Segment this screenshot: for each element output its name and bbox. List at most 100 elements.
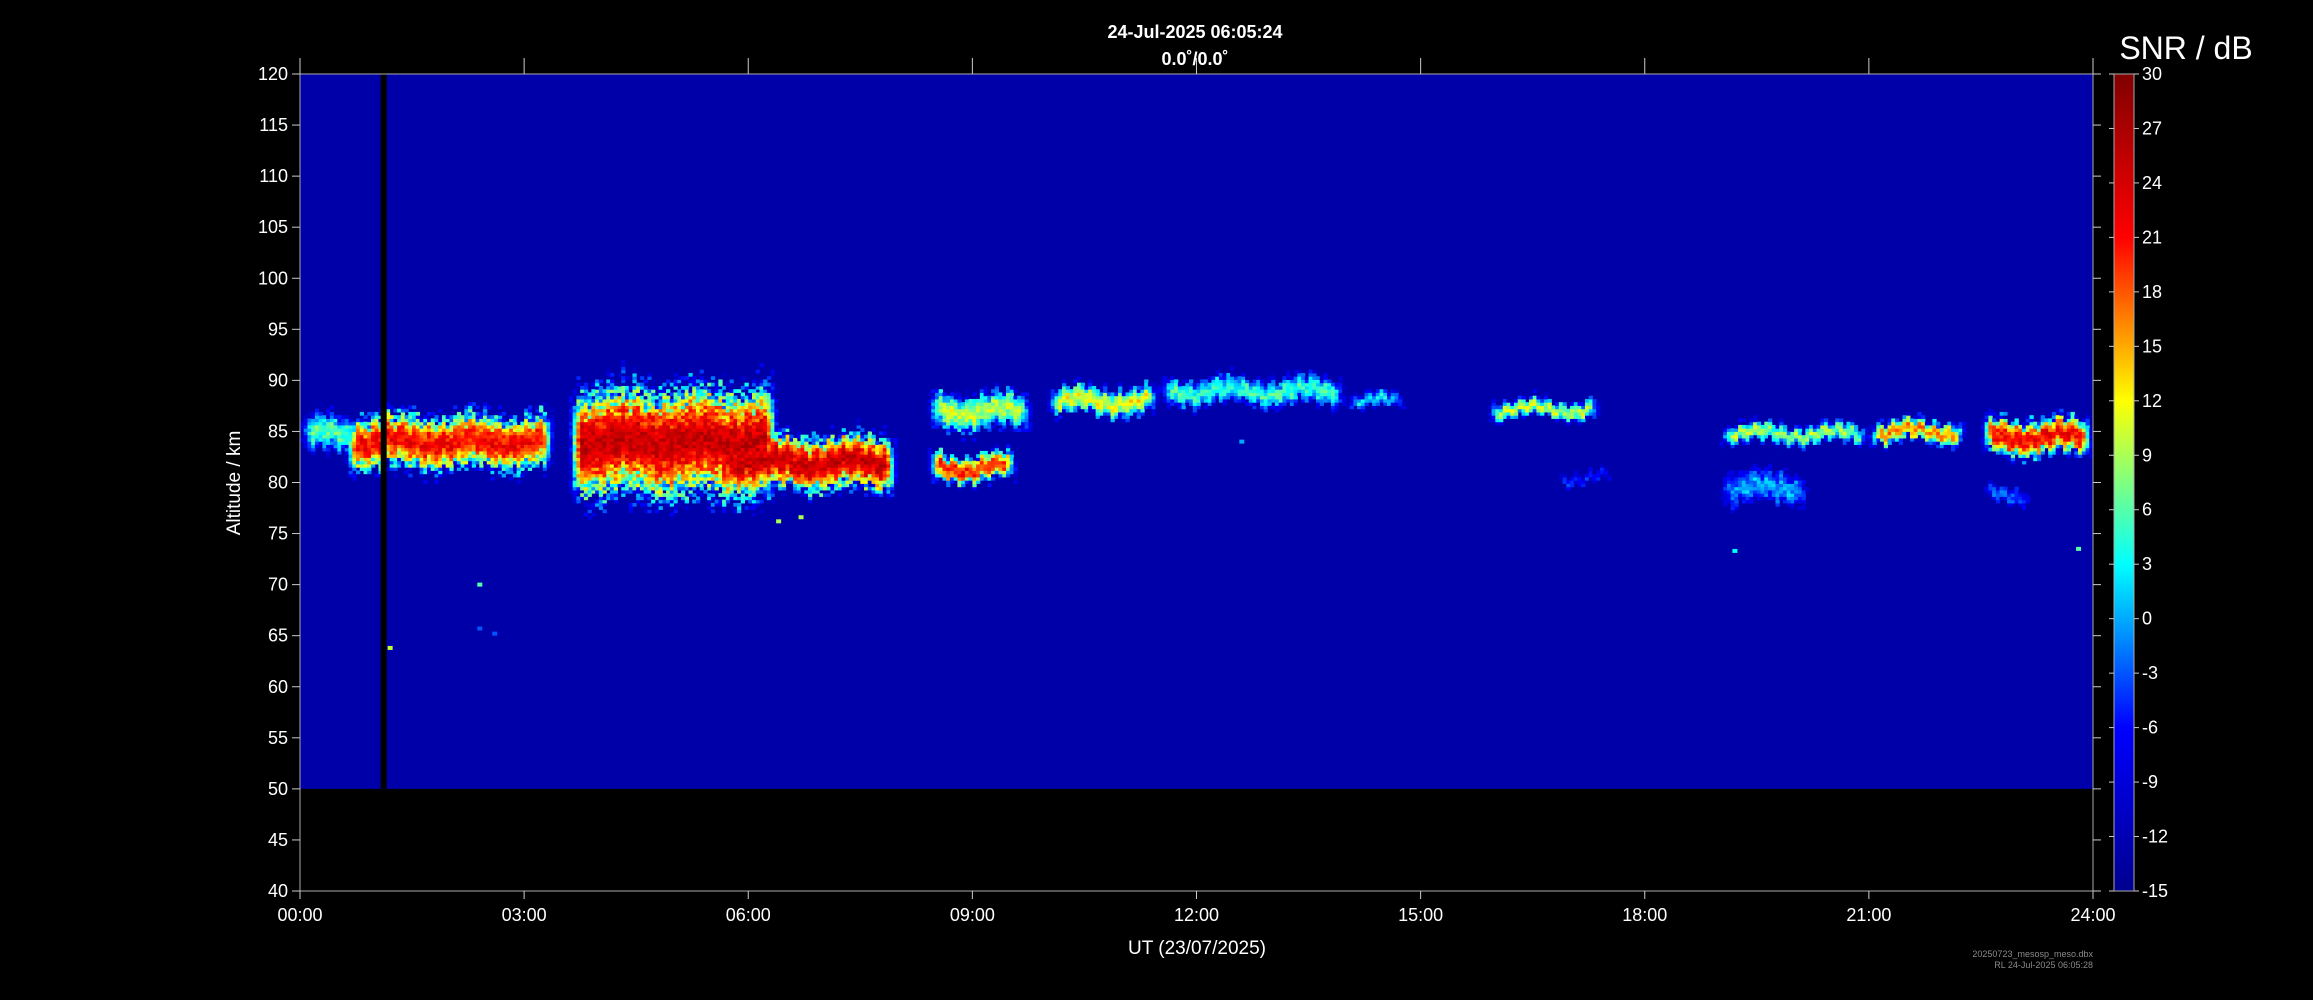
echo-cell (1013, 428, 1018, 432)
echo-cell (1088, 398, 1093, 403)
echo-cell (841, 457, 846, 462)
echo-cell (359, 437, 365, 442)
echo-cell (542, 444, 548, 449)
echo-cell (1151, 385, 1156, 390)
echo-cell (834, 441, 839, 445)
echo-cell (953, 398, 958, 403)
echo-cell (654, 431, 660, 436)
echo-cell (991, 447, 996, 452)
echo-cell (673, 480, 678, 484)
echo-cell (606, 408, 611, 413)
echo-cell (1062, 402, 1067, 406)
echo-cell (318, 415, 323, 419)
echo-cell (1005, 418, 1011, 423)
echo-cell (725, 392, 731, 397)
echo-cell (512, 421, 518, 426)
echo-cell (748, 431, 753, 436)
echo-cell (695, 424, 701, 429)
echo-cell (647, 424, 652, 429)
echo-cell (337, 450, 342, 455)
echo-cell (505, 428, 510, 432)
echo-cell (632, 379, 637, 384)
echo-cell (822, 447, 828, 452)
echo-cell (527, 421, 533, 426)
echo-cell (460, 437, 465, 442)
echo-cell (710, 444, 716, 449)
echo-cell (751, 389, 757, 393)
echo-cell (606, 405, 611, 410)
echo-cell (427, 444, 432, 449)
echo-cell (1211, 382, 1216, 387)
echo-cell (460, 428, 465, 432)
echo-cell (359, 454, 365, 458)
echo-cell (662, 424, 667, 429)
echo-cell (516, 454, 521, 458)
echo-cell (681, 457, 686, 462)
echo-cell (666, 428, 671, 432)
echo-cell (1323, 392, 1328, 397)
echo-cell (1121, 408, 1127, 413)
echo-cell (370, 421, 376, 426)
echo-cell (961, 424, 966, 429)
echo-cell (714, 408, 719, 413)
echo-cell (1121, 415, 1127, 419)
echo-cell (714, 467, 719, 471)
echo-cell (494, 460, 499, 465)
echo-cell (729, 395, 734, 400)
echo-cell (710, 431, 716, 436)
echo-cell (654, 486, 660, 491)
echo-cell (871, 480, 876, 484)
echo-cell (1002, 398, 1007, 403)
echo-cell (755, 496, 760, 501)
echo-cell (893, 444, 899, 449)
echo-cell (497, 450, 503, 455)
echo-cell (983, 398, 988, 403)
echo-cell (1110, 392, 1115, 397)
echo-cell (419, 441, 424, 445)
echo-cell (610, 382, 615, 387)
echo-cell (793, 457, 798, 462)
echo-cell (602, 392, 607, 397)
echo-cell (1282, 379, 1287, 384)
echo-cell (628, 408, 633, 413)
echo-cell (763, 392, 768, 397)
echo-cell (333, 447, 338, 452)
echo-cell (516, 431, 521, 436)
echo-cell (576, 447, 581, 452)
echo-cell (632, 428, 637, 432)
echo-cell (471, 450, 477, 455)
echo-cell (572, 408, 577, 413)
echo-cell (800, 493, 805, 497)
echo-cell (314, 408, 320, 413)
echo-cell (722, 509, 727, 514)
echo-cell (1155, 398, 1160, 403)
echo-cell (311, 444, 316, 449)
echo-cell (964, 408, 970, 413)
echo-cell (576, 415, 581, 419)
echo-cell (673, 428, 678, 432)
echo-cell (755, 405, 760, 410)
echo-cell (1020, 398, 1026, 403)
echo-cell (1073, 379, 1078, 384)
echo-cell (707, 470, 712, 475)
echo-cell (587, 447, 592, 452)
echo-cell (617, 418, 622, 423)
echo-cell (397, 457, 402, 462)
echo-cell (344, 434, 350, 439)
echo-cell (781, 447, 787, 452)
echo-cell (1207, 395, 1212, 400)
echo-cell (808, 470, 813, 475)
echo-cell (423, 460, 428, 465)
echo-cell (583, 418, 589, 423)
echo-cell (1248, 392, 1254, 397)
echo-cell (374, 441, 379, 445)
echo-cell (654, 473, 660, 478)
echo-cell (695, 460, 701, 465)
echo-cell (583, 428, 589, 432)
echo-cell (886, 486, 891, 491)
echo-cell (688, 418, 693, 423)
echo-cell (837, 483, 843, 488)
echo-cell (942, 395, 947, 400)
echo-cell (666, 402, 671, 406)
echo-cell (987, 483, 992, 488)
